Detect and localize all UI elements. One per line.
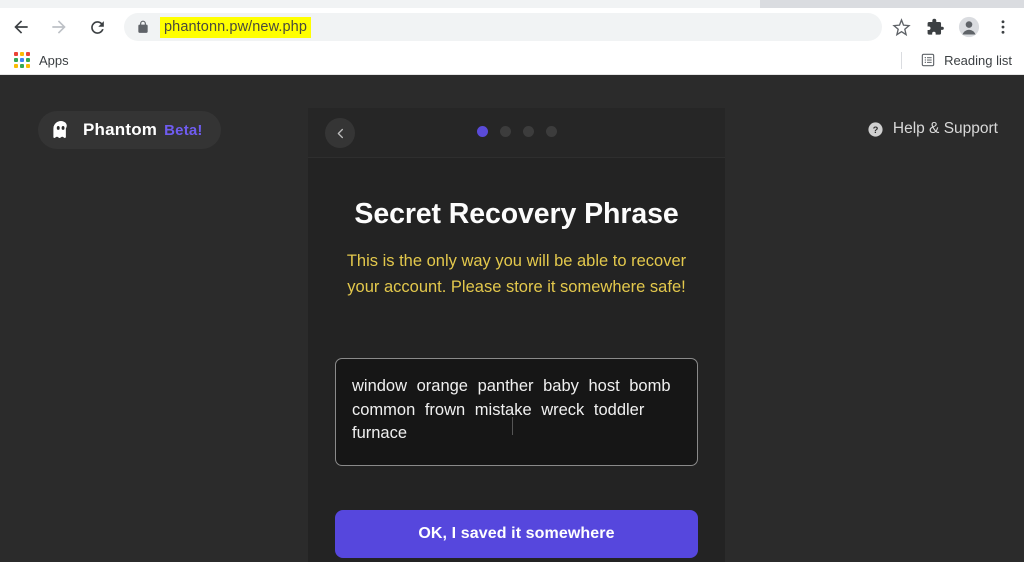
- seed-phrase-words: window orange panther baby host bomb com…: [352, 377, 671, 442]
- apps-shortcut[interactable]: Apps: [8, 50, 75, 70]
- page-content: Phantom Beta! ? Help & Support Secret Re…: [0, 75, 1024, 562]
- text-caret: [512, 417, 513, 436]
- page-title: Secret Recovery Phrase: [354, 198, 679, 230]
- phantom-logo[interactable]: Phantom Beta!: [38, 111, 221, 149]
- address-bar[interactable]: phantonn.pw/new.php: [124, 13, 882, 41]
- bookmark-star-button[interactable]: [886, 12, 916, 42]
- lock-icon: [138, 20, 148, 33]
- extensions-puzzle-icon: [927, 18, 944, 35]
- apps-grid-icon: [14, 52, 30, 68]
- apps-label: Apps: [39, 52, 69, 68]
- reading-list-label: Reading list: [944, 52, 1012, 68]
- phantom-beta-badge: Beta!: [164, 121, 203, 139]
- card-body: Secret Recovery Phrase This is the only …: [308, 198, 725, 559]
- bookmark-star-icon: [891, 17, 911, 36]
- reading-list-icon: [921, 53, 935, 67]
- step-dot-2[interactable]: [499, 126, 511, 137]
- reading-list-button[interactable]: Reading list: [914, 50, 1018, 70]
- active-tab[interactable]: [0, 0, 760, 8]
- chrome-menu-icon: [1001, 20, 1005, 34]
- url-text: phantonn.pw/new.php: [160, 16, 311, 38]
- step-dot-1[interactable]: [476, 126, 488, 137]
- svg-text:?: ?: [873, 124, 879, 134]
- confirm-saved-button[interactable]: OK, I saved it somewhere: [335, 510, 698, 559]
- phantom-ghost-icon: [53, 121, 67, 138]
- arrow-right-icon: [52, 20, 66, 34]
- chrome-menu-button[interactable]: [988, 12, 1018, 42]
- forward-button[interactable]: [42, 10, 76, 44]
- help-and-support-link[interactable]: ? Help & Support: [867, 120, 998, 138]
- reload-icon: [90, 20, 104, 34]
- card-header: [308, 108, 725, 158]
- onboarding-card: Secret Recovery Phrase This is the only …: [308, 108, 725, 562]
- tab-strip: [0, 0, 1024, 8]
- browser-toolbar: phantonn.pw/new.php: [0, 8, 1024, 46]
- warning-text: This is the only way you will be able to…: [346, 252, 687, 297]
- help-and-support-label: Help & Support: [892, 120, 998, 137]
- step-dot-4[interactable]: [545, 126, 557, 137]
- profile-button[interactable]: [954, 12, 984, 42]
- arrow-left-icon: [14, 20, 28, 34]
- help-question-circle-icon: ?: [868, 121, 883, 137]
- step-dot-3[interactable]: [522, 126, 534, 137]
- bookmarks-bar-right: Reading list: [901, 50, 1024, 70]
- step-indicator: [308, 126, 725, 137]
- toolbar-actions: [882, 12, 1024, 42]
- phantom-logo-name: Phantom: [83, 120, 158, 139]
- back-button[interactable]: [4, 10, 38, 44]
- bookmarks-separator: [901, 51, 903, 69]
- reload-button[interactable]: [80, 10, 114, 44]
- browser-window: phantonn.pw/new.php Apps Reading list Ph…: [0, 0, 1024, 562]
- seed-phrase-box[interactable]: window orange panther baby host bomb com…: [335, 358, 698, 467]
- profile-avatar-icon: [958, 16, 980, 38]
- bookmarks-bar: Apps Reading list: [0, 46, 1024, 75]
- extensions-button[interactable]: [920, 12, 950, 42]
